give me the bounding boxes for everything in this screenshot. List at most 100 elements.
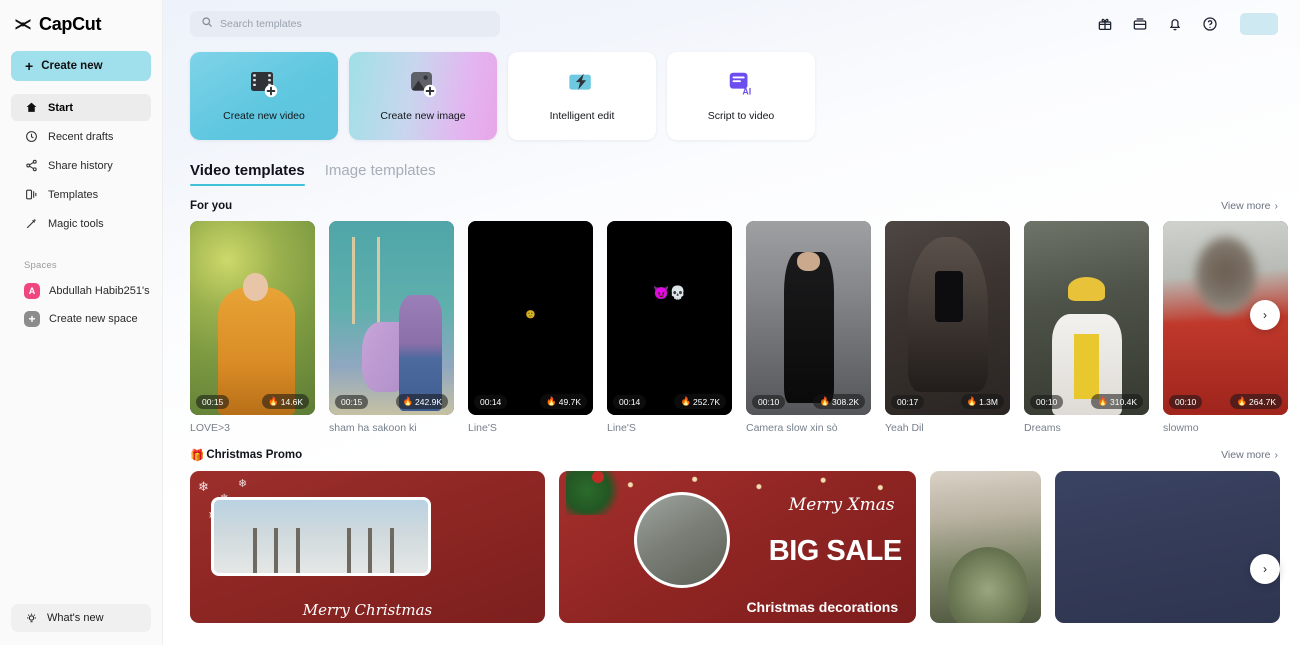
sidebar-item-recent-drafts[interactable]: Recent drafts [11, 123, 151, 150]
template-thumbnail[interactable]: 00:17 🔥 1.3M [885, 221, 1010, 415]
promo-card[interactable]: ❄ ❄ ❄ ❄ Merry Christmas [190, 471, 545, 623]
plus-square-icon: + [24, 311, 40, 327]
space-item-label: Abdullah Habib251's … [49, 285, 151, 297]
space-avatar: A [24, 283, 40, 299]
thumbnail-art: 🙂 [468, 221, 593, 415]
whats-new-label: What's new [47, 612, 104, 624]
duration-badge: 00:15 [196, 395, 230, 409]
duration-badge: 00:10 [1030, 395, 1064, 409]
template-thumbnail[interactable]: 😈💀 00:14 🔥 252.7K [607, 221, 732, 415]
for-you-carousel[interactable]: 00:15 🔥 14.6K LOVE>3 00:15 🔥 242.9K sham… [163, 212, 1300, 434]
template-name: slowmo [1163, 422, 1199, 434]
thumbnail-art [885, 221, 1010, 415]
lightbulb-icon [24, 611, 38, 625]
space-item-user[interactable]: A Abdullah Habib251's … [11, 278, 151, 304]
duration-badge: 00:10 [1169, 395, 1203, 409]
sidebar-item-share-history[interactable]: Share history [11, 152, 151, 179]
gift-emoji-icon: 🎁 [190, 450, 205, 462]
spaces-heading: Spaces [24, 260, 57, 271]
sidebar-item-magic-tools[interactable]: Magic tools [11, 210, 151, 237]
section-title-label: Christmas Promo [206, 449, 303, 461]
search-icon [201, 15, 213, 33]
create-new-image-card[interactable]: Create new image [349, 52, 497, 140]
promo-line-2: BIG SALE [768, 534, 902, 567]
action-label: Create new video [223, 110, 305, 122]
sidebar: CapCut + Create new Start Recent drafts [0, 0, 163, 645]
plays-badge: 🔥 14.6K [262, 394, 309, 409]
intelligent-edit-icon [566, 70, 598, 100]
film-plus-icon [248, 70, 280, 100]
template-name: Line'S [607, 422, 636, 434]
carousel-next-button-for-you[interactable]: › [1250, 300, 1280, 330]
bell-icon[interactable] [1166, 16, 1183, 33]
plus-icon: + [25, 58, 34, 74]
fire-icon: 🔥 [1236, 396, 1248, 406]
template-thumbnail[interactable]: 00:15 🔥 14.6K [190, 221, 315, 415]
help-icon[interactable] [1201, 16, 1218, 33]
sidebar-item-templates[interactable]: Templates [11, 181, 151, 208]
section-header-for-you: For you View more › [163, 186, 1300, 212]
intelligent-edit-card[interactable]: Intelligent edit [508, 52, 656, 140]
template-thumbnail[interactable]: 00:15 🔥 242.9K [329, 221, 454, 415]
template-thumbnail[interactable]: 00:10 🔥 310.4K [1024, 221, 1149, 415]
christmas-promo-carousel[interactable]: ❄ ❄ ❄ ❄ Merry Christmas [163, 462, 1300, 623]
templates-icon [24, 188, 38, 202]
space-item-create[interactable]: + Create new space [11, 306, 151, 332]
thumbnail-art [190, 221, 315, 415]
template-card[interactable]: 00:15 🔥 242.9K sham ha sakoon ki [329, 221, 454, 434]
create-new-label: Create new [41, 60, 103, 72]
tab-video-templates[interactable]: Video templates [190, 162, 305, 186]
promo-card[interactable]: Merry Xmas BIG SALE Christmas decoration… [559, 471, 916, 623]
duration-badge: 00:17 [891, 395, 925, 409]
template-name: LOVE>3 [190, 422, 230, 434]
carousel-next-button-christmas[interactable]: › [1250, 554, 1280, 584]
template-name: Yeah Dil [885, 422, 924, 434]
create-new-button[interactable]: + Create new [11, 51, 151, 81]
image-plus-icon [407, 70, 439, 100]
wallet-icon[interactable] [1131, 16, 1148, 33]
share-icon [24, 159, 38, 173]
template-thumbnail[interactable]: 🙂 00:14 🔥 49.7K [468, 221, 593, 415]
sidebar-item-start[interactable]: Start [11, 94, 151, 121]
template-card[interactable]: 00:10 🔥 308.2K Camera slow xin sò [746, 221, 871, 434]
whats-new-button[interactable]: What's new [11, 604, 151, 632]
thumbnail-art [1024, 221, 1149, 415]
template-name: Camera slow xin sò [746, 422, 838, 434]
view-more-for-you[interactable]: View more › [1221, 200, 1278, 212]
action-label: Script to video [707, 110, 775, 122]
space-item-label: Create new space [49, 313, 138, 325]
template-name: Line'S [468, 422, 497, 434]
create-new-video-card[interactable]: Create new video [190, 52, 338, 140]
sidebar-item-label: Templates [48, 188, 99, 201]
fire-icon: 🔥 [546, 396, 557, 406]
search-box[interactable] [190, 11, 500, 37]
script-ai-icon: AI [725, 70, 757, 100]
template-card[interactable]: 00:15 🔥 14.6K LOVE>3 [190, 221, 315, 434]
template-thumbnail[interactable]: 00:10 🔥 308.2K [746, 221, 871, 415]
section-header-christmas-promo: 🎁 Christmas Promo View more › [163, 434, 1300, 462]
sidebar-item-label: Recent drafts [48, 130, 114, 143]
section-title: For you [190, 200, 233, 212]
promo-art: ❄ ❄ ❄ ❄ Merry Christmas [190, 471, 545, 623]
plays-badge: 🔥 49.7K [540, 394, 587, 409]
fire-icon: 🔥 [268, 396, 279, 406]
template-card[interactable]: 00:17 🔥 1.3M Yeah Dil [885, 221, 1010, 434]
tab-image-templates[interactable]: Image templates [325, 162, 436, 186]
template-card[interactable]: 🙂 00:14 🔥 49.7K Line'S [468, 221, 593, 434]
brand-logo[interactable]: CapCut [0, 0, 162, 45]
main-content: Create new video Create new image [163, 0, 1300, 645]
gift-icon[interactable] [1096, 16, 1113, 33]
plays-badge: 🔥 308.2K [813, 394, 865, 409]
magic-wand-icon [24, 217, 38, 231]
search-input[interactable] [220, 18, 460, 30]
view-more-christmas-promo[interactable]: View more › [1221, 449, 1278, 461]
promo-card[interactable] [930, 471, 1041, 623]
view-more-label: View more [1221, 449, 1271, 461]
avatar[interactable] [1240, 13, 1278, 35]
promo-card[interactable] [1055, 471, 1280, 623]
template-card[interactable]: 00:10 🔥 310.4K Dreams [1024, 221, 1149, 434]
template-card[interactable]: 😈💀 00:14 🔥 252.7K Line'S [607, 221, 732, 434]
script-to-video-card[interactable]: AI Script to video [667, 52, 815, 140]
thumbnail-art [746, 221, 871, 415]
sidebar-item-label: Magic tools [48, 217, 104, 230]
